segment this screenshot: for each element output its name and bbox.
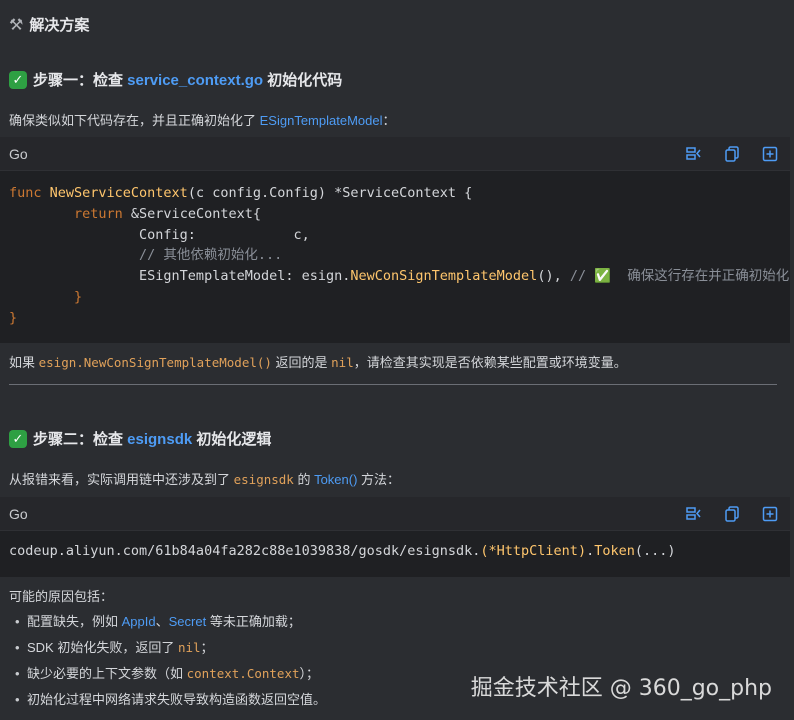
code-block-1: Go func NewServiceContext(c config.Confi… bbox=[0, 137, 790, 343]
code-comment: // 其他依赖初始化... bbox=[9, 247, 283, 264]
code-toolbar bbox=[686, 505, 778, 522]
solution-title: 解决方案 bbox=[29, 17, 90, 34]
step1-desc-suffix: ： bbox=[382, 113, 396, 128]
hammer-wrench-icon: ⚒ bbox=[9, 16, 24, 34]
check-icon: ✓ bbox=[9, 429, 27, 448]
secret-link[interactable]: Secret bbox=[169, 614, 207, 629]
list-item: 配置缺失，例如 AppId、Secret 等未正确加载； bbox=[9, 609, 326, 635]
step1-after-note: 如果 esign.NewConSignTemplateModel() 返回的是 … bbox=[9, 352, 627, 371]
note-text: 返回的是 bbox=[271, 355, 332, 370]
code-content: codeup.aliyun.com/61b84a04fa282c88e10398… bbox=[0, 531, 790, 570]
note-text: ，请检查其实现是否依赖某些配置或环境变量。 bbox=[353, 355, 627, 370]
step1-description: 确保类似如下代码存在，并且正确初始化了 ESignTemplateModel： bbox=[9, 110, 396, 129]
reason-text: SDK 初始化失败，返回了 bbox=[27, 640, 178, 655]
reason-text: 等未正确加载； bbox=[206, 614, 301, 629]
list-item: 缺少必要的上下文参数（如 context.Context）； bbox=[9, 661, 326, 687]
collapse-icon[interactable] bbox=[686, 146, 702, 162]
code-function: Token bbox=[594, 543, 635, 559]
reason-text: ）； bbox=[299, 666, 320, 681]
code-header: Go bbox=[0, 497, 790, 531]
code-text: &ServiceContext{ bbox=[130, 205, 261, 222]
step2-desc-text: 从报错来看，实际调用链中还涉及到了 bbox=[9, 472, 234, 487]
code-text: (...) bbox=[634, 543, 676, 559]
code-keyword: func bbox=[9, 185, 50, 201]
esign-template-model-link[interactable]: ESignTemplateModel bbox=[260, 113, 383, 128]
note-text: 如果 bbox=[9, 355, 39, 370]
reasons-title: 可能的原因包括： bbox=[9, 589, 114, 604]
code-function: NewConSignTemplateModel bbox=[350, 268, 538, 285]
reason-text: 配置缺失，例如 bbox=[27, 614, 122, 629]
code-block-2: Go codeup.aliyun.com/61b84a04fa282c88e10… bbox=[0, 497, 790, 577]
code-text: (), bbox=[537, 268, 570, 285]
step2-suffix: 初始化逻辑 bbox=[192, 431, 272, 448]
code-text: Config: c, bbox=[9, 226, 310, 243]
code-function: NewServiceContext bbox=[49, 185, 188, 201]
code-brace: } bbox=[9, 309, 18, 326]
collapse-icon[interactable] bbox=[686, 506, 702, 522]
copy-icon[interactable] bbox=[724, 505, 740, 522]
divider bbox=[9, 384, 777, 385]
list-item: 初始化过程中网络请求失败导致构造函数返回空值。 bbox=[9, 687, 326, 713]
reasons-list: 配置缺失，例如 AppId、Secret 等未正确加载； SDK 初始化失败，返… bbox=[9, 609, 326, 713]
inline-code: esignsdk bbox=[233, 472, 294, 487]
step1-prefix: 步骤一：检查 bbox=[33, 72, 128, 89]
step2-description: 从报错来看，实际调用链中还涉及到了 esignsdk 的 Token() 方法： bbox=[9, 469, 400, 488]
copy-icon[interactable] bbox=[724, 145, 740, 162]
code-text: . bbox=[586, 543, 595, 559]
code-text: codeup.aliyun.com/61b84a04fa282c88e10398… bbox=[9, 543, 481, 559]
insert-icon[interactable] bbox=[762, 506, 778, 522]
check-icon: ✓ bbox=[9, 70, 27, 89]
step2-desc-text: 方法： bbox=[357, 472, 401, 487]
code-keyword: return bbox=[9, 205, 131, 222]
step2-heading: ✓ 步骤二：检查 esignsdk 初始化逻辑 bbox=[9, 428, 271, 449]
insert-icon[interactable] bbox=[762, 146, 778, 162]
solution-heading: ⚒ 解决方案 bbox=[9, 14, 89, 35]
step2-prefix: 步骤二：检查 bbox=[33, 431, 128, 448]
inline-code: context.Context bbox=[186, 666, 300, 681]
code-text: (c config.Config) *ServiceContext { bbox=[187, 185, 473, 201]
code-toolbar bbox=[686, 145, 778, 162]
step1-suffix: 初始化代码 bbox=[263, 72, 343, 89]
step2-module: esignsdk bbox=[127, 431, 193, 448]
reason-text: 初始化过程中网络请求失败导致构造函数返回空值。 bbox=[27, 692, 327, 707]
reason-text: 缺少必要的上下文参数（如 bbox=[27, 666, 187, 681]
inline-code: nil bbox=[177, 640, 201, 655]
code-text: ESignTemplateModel: esign. bbox=[9, 268, 351, 285]
token-method-link[interactable]: Token() bbox=[314, 472, 357, 487]
appid-link[interactable]: AppId bbox=[122, 614, 156, 629]
code-header: Go bbox=[0, 137, 790, 171]
list-item: SDK 初始化失败，返回了 nil； bbox=[9, 635, 326, 661]
watermark: 掘金技术社区 @ 360_go_php bbox=[470, 676, 772, 701]
step2-desc-text: 的 bbox=[293, 472, 315, 487]
code-content: func NewServiceContext(c config.Config) … bbox=[0, 171, 790, 337]
code-language-label: Go bbox=[9, 145, 28, 162]
code-brace: } bbox=[9, 288, 83, 305]
reason-text: ； bbox=[200, 640, 214, 655]
step1-heading: ✓ 步骤一：检查 service_context.go 初始化代码 bbox=[9, 69, 342, 90]
inline-code: esign.NewConSignTemplateModel() bbox=[38, 355, 272, 370]
reason-text: 、 bbox=[155, 614, 169, 629]
step1-desc-text: 确保类似如下代码存在，并且正确初始化了 bbox=[9, 113, 260, 128]
code-language-label: Go bbox=[9, 505, 28, 522]
code-type: (*HttpClient) bbox=[480, 543, 587, 559]
inline-code: nil bbox=[331, 355, 354, 370]
code-comment: // ✅ 确保这行存在并正确初始化 bbox=[569, 268, 790, 285]
step1-filename: service_context.go bbox=[127, 72, 264, 89]
